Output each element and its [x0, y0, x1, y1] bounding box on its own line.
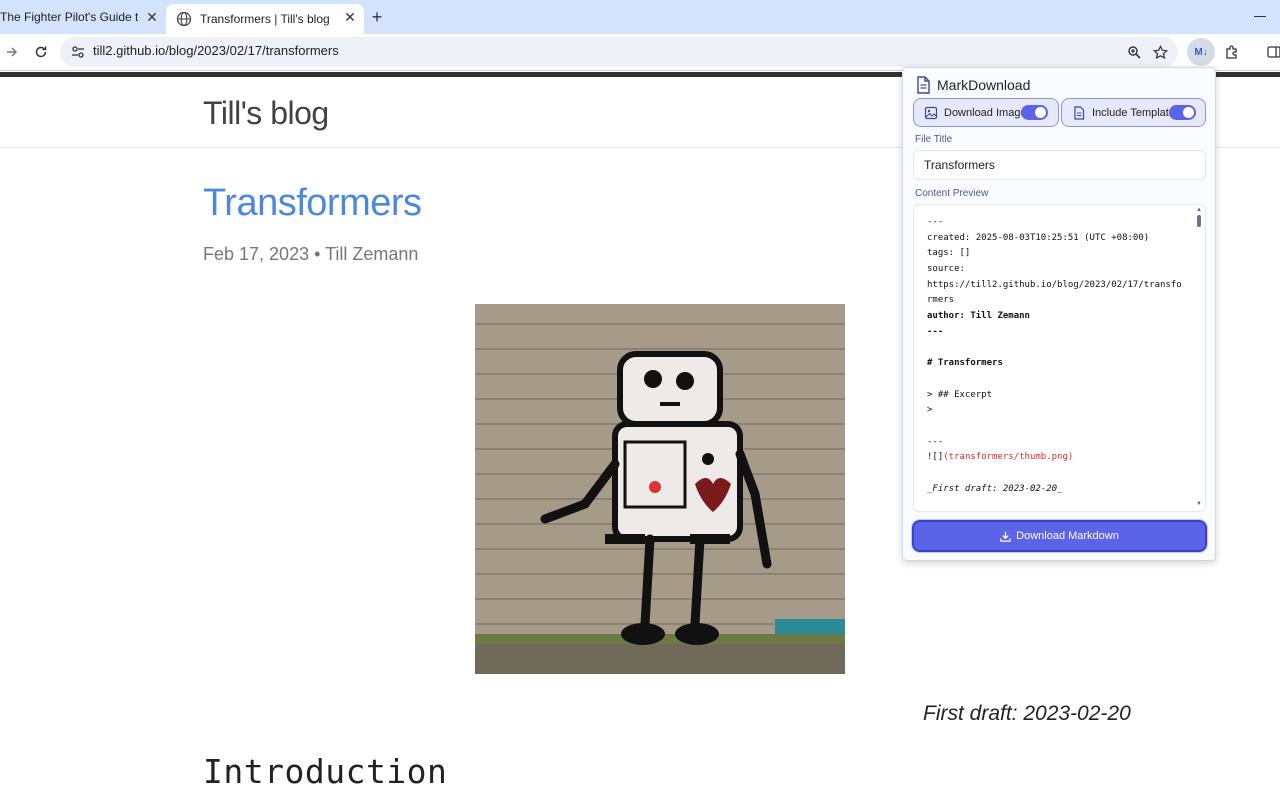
include-template-toggle[interactable]: Include Template: [1061, 98, 1206, 127]
preview-text: --- created: 2025-08-03T10:25:51 (UTC +08…: [927, 215, 1189, 497]
toggle-label: Include Template: [1092, 106, 1175, 119]
close-icon[interactable]: ✕: [342, 9, 358, 25]
site-title[interactable]: Till's blog: [203, 95, 329, 132]
close-icon[interactable]: ✕: [144, 9, 160, 25]
section-heading-introduction: Introduction: [203, 752, 448, 791]
preview-line: source:: [927, 264, 965, 275]
reload-icon[interactable]: [31, 42, 51, 62]
toggle-label: Download Images: [944, 106, 1033, 119]
file-title-label: File Title: [915, 134, 953, 145]
post-meta: Feb 17, 2023 • Till Zemann: [203, 244, 419, 264]
tab-title: Transformers | Till's blog: [200, 12, 330, 26]
robot-graffiti-image: [475, 304, 845, 674]
include-template-switch[interactable]: [1169, 105, 1196, 120]
scrollbar-thumb[interactable]: [1197, 215, 1201, 227]
first-draft-note: First draft: 2023-02-20: [923, 702, 1131, 725]
content-preview-textarea[interactable]: --- created: 2025-08-03T10:25:51 (UTC +08…: [913, 204, 1206, 512]
site-settings-icon[interactable]: [68, 42, 88, 62]
preview-line: ---: [927, 436, 944, 447]
tab-strip: The Fighter Pilot's Guide to S ✕ Transfo…: [0, 0, 1280, 34]
tab-transformers[interactable]: Transformers | Till's blog ✕: [166, 4, 364, 34]
zoom-icon[interactable]: [1124, 42, 1144, 62]
download-button-label: Download Markdown: [1016, 530, 1119, 542]
content-preview-label: Content Preview: [915, 188, 989, 199]
file-title-input[interactable]: [913, 150, 1206, 180]
preview-line: [927, 466, 1189, 482]
preview-line: ---: [927, 217, 944, 227]
preview-line: ![](transformers/thumb.png): [927, 452, 1074, 463]
new-tab-icon[interactable]: +: [368, 8, 386, 26]
popup-header: MarkDownload: [915, 76, 1030, 94]
minimize-icon[interactable]: [1254, 16, 1266, 17]
markdownload-popup: MarkDownload Download Images Include Tem…: [902, 67, 1216, 561]
preview-line: created: 2025-08-03T10:25:51 (UTC +08:00…: [927, 232, 1150, 243]
tab-fighter-pilot[interactable]: The Fighter Pilot's Guide to S ✕: [0, 0, 166, 34]
markdownload-extension-icon[interactable]: M↓: [1187, 38, 1215, 66]
globe-icon: [176, 11, 192, 27]
preview-line: rmers: [927, 295, 955, 306]
preview-line: # Transformers: [927, 358, 1003, 369]
preview-line: author: Till Zemann: [927, 311, 1030, 322]
preview-line: _First draft: 2023-02-20_: [927, 483, 1063, 494]
forward-icon[interactable]: [2, 42, 22, 62]
bookmark-star-icon[interactable]: [1150, 42, 1170, 62]
scroll-down-arrow-icon[interactable]: ▼: [1196, 501, 1202, 507]
tab-title: The Fighter Pilot's Guide to S: [0, 10, 138, 24]
preview-line: [927, 341, 1189, 357]
download-icon: [1000, 531, 1011, 542]
url-text[interactable]: till2.github.io/blog/2023/02/17/transfor…: [93, 43, 339, 58]
preview-line: > ## Excerpt: [927, 389, 993, 400]
image-icon: [924, 106, 938, 119]
scroll-up-arrow-icon[interactable]: ▲: [1196, 207, 1202, 213]
preview-line: >: [927, 405, 933, 416]
preview-line: [927, 372, 1189, 388]
download-markdown-button[interactable]: Download Markdown: [912, 520, 1207, 552]
preview-line: ---: [927, 326, 944, 337]
document-icon: [917, 76, 930, 94]
preview-line: [927, 419, 1189, 435]
preview-scrollbar[interactable]: ▲ ▼: [1195, 205, 1203, 511]
post-title: Transformers: [203, 182, 422, 224]
popup-title: MarkDownload: [937, 77, 1031, 93]
file-text-icon: [1074, 105, 1085, 120]
preview-line: tags: []: [927, 248, 971, 259]
download-images-switch[interactable]: [1021, 105, 1048, 120]
preview-line: https://till2.github.io/blog/2023/02/17/…: [927, 279, 1182, 290]
extensions-puzzle-icon[interactable]: [1222, 42, 1242, 62]
download-images-toggle[interactable]: Download Images: [913, 98, 1059, 127]
side-panel-icon[interactable]: [1264, 42, 1280, 62]
